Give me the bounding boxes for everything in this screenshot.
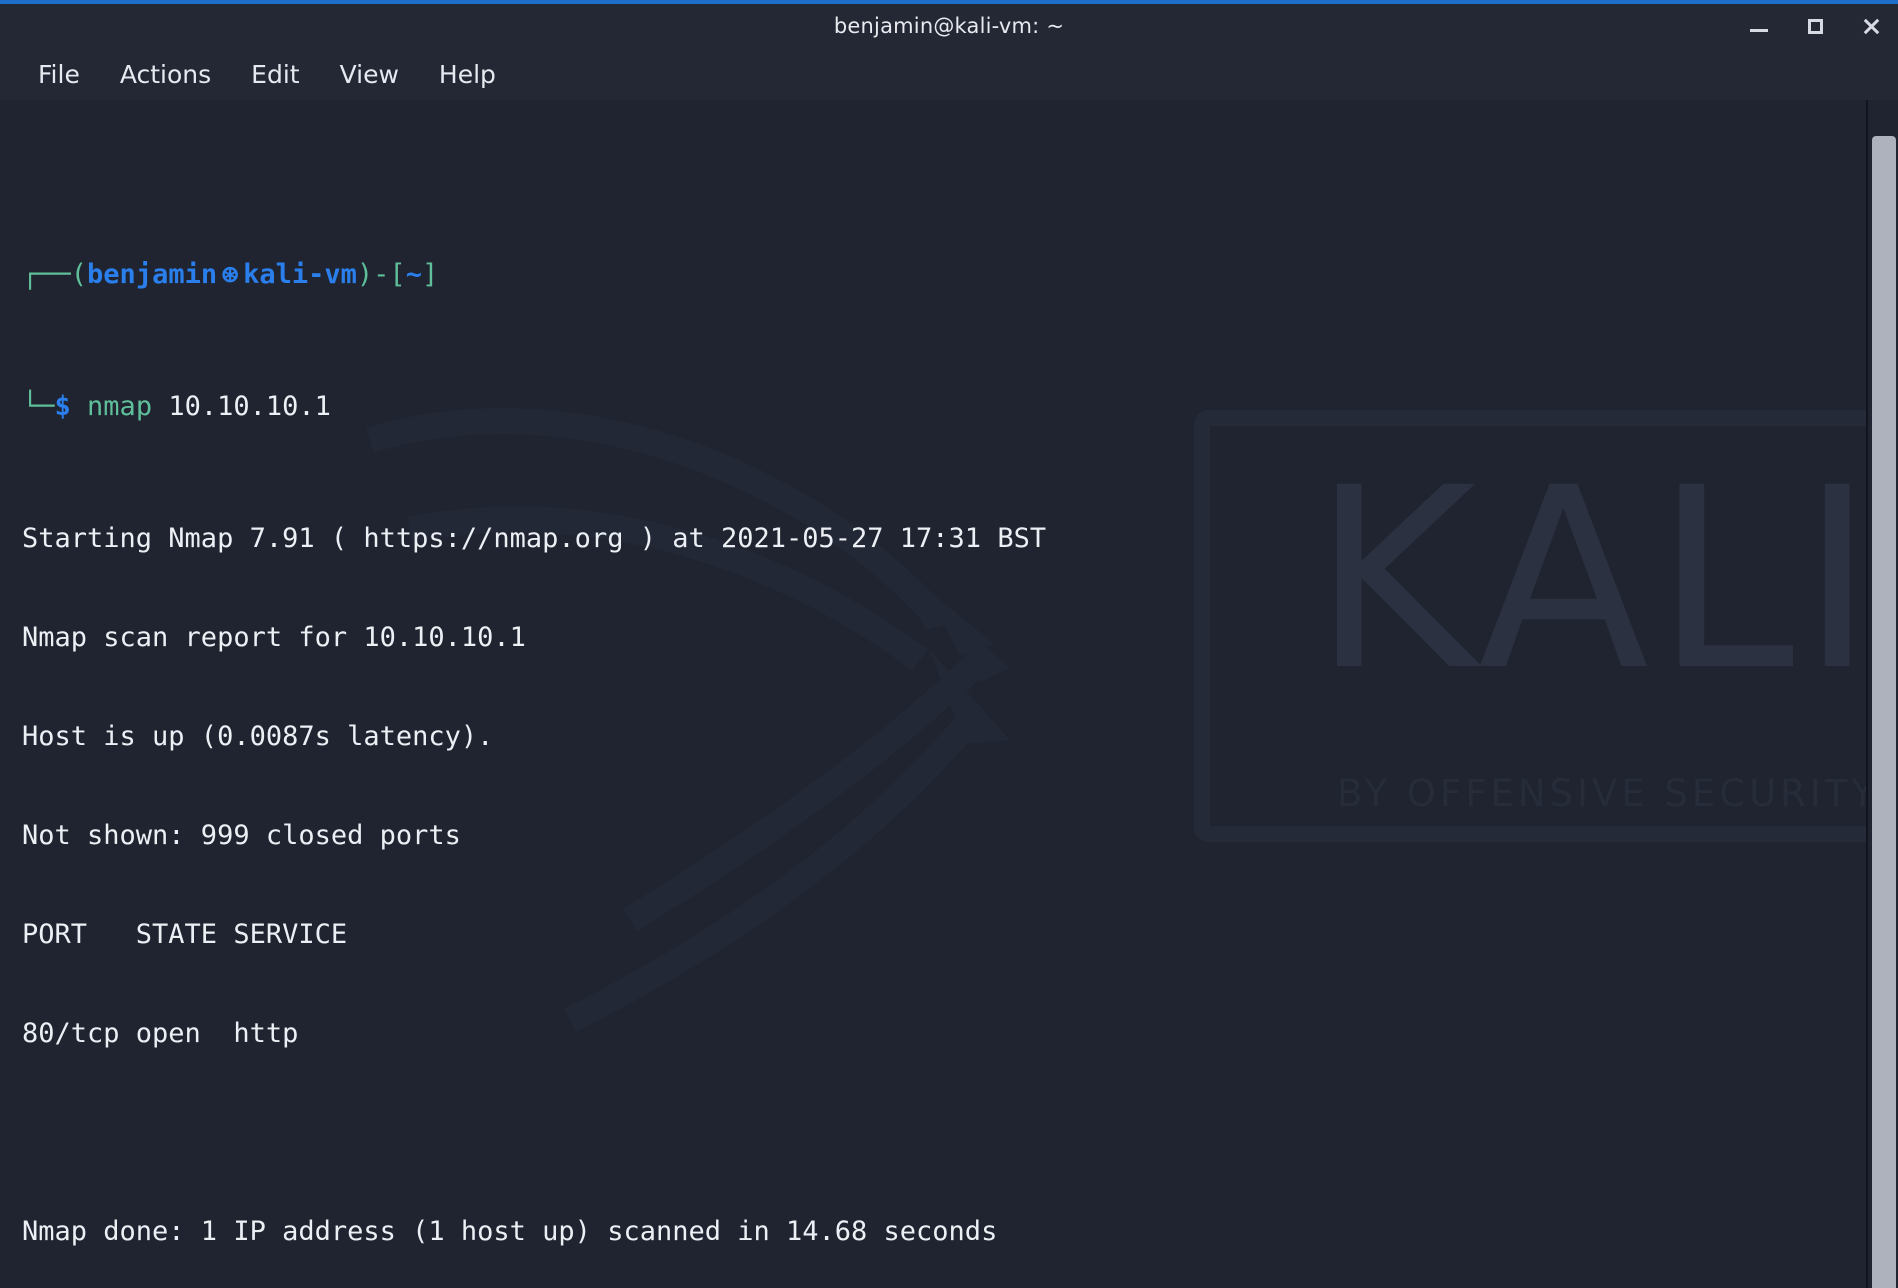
close-icon [1862,17,1881,36]
menu-item-help[interactable]: Help [423,56,512,93]
vertical-scrollbar-track[interactable] [1866,100,1898,1288]
title-bar[interactable]: benjamin@kali-vm: ~ [0,4,1898,48]
kali-glyph-icon-1: ⊛ [221,259,239,290]
output-line: Starting Nmap 7.91 ( https://nmap.org ) … [22,523,1047,554]
menu-bar: File Actions Edit View Help [0,48,1898,100]
menu-item-edit[interactable]: Edit [235,56,315,93]
prompt-line-top-1: ┌──(benjamin ⊛ kali-vm)-[~] [22,258,1898,291]
terminal-output[interactable]: ┌──(benjamin ⊛ kali-vm)-[~] └─$ nmap 10.10… [0,100,1898,1288]
terminal-body[interactable]: KALI BY OFFENSIVE SECURITY ┌──(benjamin ⊛… [0,100,1898,1288]
vertical-scrollbar-thumb[interactable] [1872,136,1896,1288]
prompt-host-1: kali-vm [243,259,357,290]
command-line-1: └─$ nmap 10.10.10.1 [22,390,1898,423]
output-line: PORT STATE SERVICE [22,919,348,950]
output-line: Nmap scan report for 10.10.10.1 [22,622,526,653]
minimize-button[interactable] [1746,13,1772,39]
prompt-paren-open-1: ( [70,259,88,290]
prompt-bracket-close-1: ] [421,259,439,290]
output-blank-line [22,1116,1898,1149]
minimize-icon [1750,29,1768,32]
output-line: Not shown: 999 closed ports [22,820,461,851]
maximize-icon [1807,18,1823,34]
prompt-dir-1: ~ [405,259,422,290]
output-line: Nmap done: 1 IP address (1 host up) scan… [22,1216,998,1247]
window-controls [1746,4,1884,48]
prompt-dollar-1: $ [54,391,71,422]
maximize-button[interactable] [1802,13,1828,39]
output-line: Host is up (0.0087s latency). [22,721,494,752]
prompt-corner-bottom-1: └─ [22,391,55,422]
menu-item-actions[interactable]: Actions [104,56,227,93]
prompt-paren-close-1: ) [356,259,374,290]
prompt-dash-1: - [373,259,390,290]
prompt-corner-top-1: ┌── [22,259,71,290]
menu-item-file[interactable]: File [22,56,96,93]
close-button[interactable] [1858,13,1884,39]
window-title: benjamin@kali-vm: ~ [833,14,1065,38]
menu-item-view[interactable]: View [324,56,415,93]
terminal-window: benjamin@kali-vm: ~ File Actions Edit Vi… [0,0,1898,1288]
command-program-1: nmap [87,391,153,422]
output-line: 80/tcp open http [22,1018,299,1049]
command-args-1: 10.10.10.1 [168,391,331,422]
prompt-user-1: benjamin [87,259,218,290]
prompt-bracket-open-1: [ [389,259,406,290]
